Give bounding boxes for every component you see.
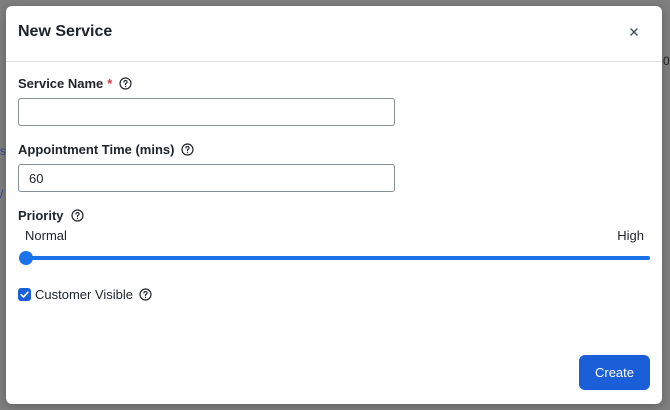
customer-visible-checkbox[interactable] xyxy=(18,288,31,301)
new-service-modal: New Service Service Name * Appointment T… xyxy=(6,6,662,404)
priority-slider-thumb[interactable] xyxy=(19,251,33,265)
help-circle-icon[interactable] xyxy=(119,77,132,90)
customer-visible-label[interactable]: Customer Visible xyxy=(35,287,152,302)
help-circle-icon[interactable] xyxy=(181,143,195,156)
modal-header: New Service xyxy=(6,6,662,62)
priority-max-label: High xyxy=(617,228,644,243)
priority-min-label: Normal xyxy=(25,228,67,243)
help-circle-icon[interactable] xyxy=(70,209,84,222)
service-name-label-text: Service Name xyxy=(18,76,104,91)
customer-visible-label-text: Customer Visible xyxy=(35,287,134,302)
appointment-time-label: Appointment Time (mins) xyxy=(18,142,195,157)
appointment-time-input[interactable] xyxy=(18,164,395,192)
checkmark-icon xyxy=(18,288,31,301)
background-text-fragment: / xyxy=(0,187,4,201)
priority-label-text: Priority xyxy=(18,208,64,223)
appointment-time-label-text: Appointment Time (mins) xyxy=(18,142,175,157)
close-icon xyxy=(626,24,642,40)
close-button[interactable] xyxy=(626,24,642,40)
priority-label: Priority xyxy=(18,208,84,223)
service-name-input[interactable] xyxy=(18,98,395,126)
modal-title: New Service xyxy=(18,23,113,40)
create-button[interactable]: Create xyxy=(579,355,650,390)
background-text-fragment: 0 xyxy=(663,54,670,68)
help-circle-icon[interactable] xyxy=(139,288,152,301)
priority-slider-track[interactable] xyxy=(21,256,650,260)
service-name-label: Service Name * xyxy=(18,76,132,91)
required-marker: * xyxy=(107,76,113,91)
